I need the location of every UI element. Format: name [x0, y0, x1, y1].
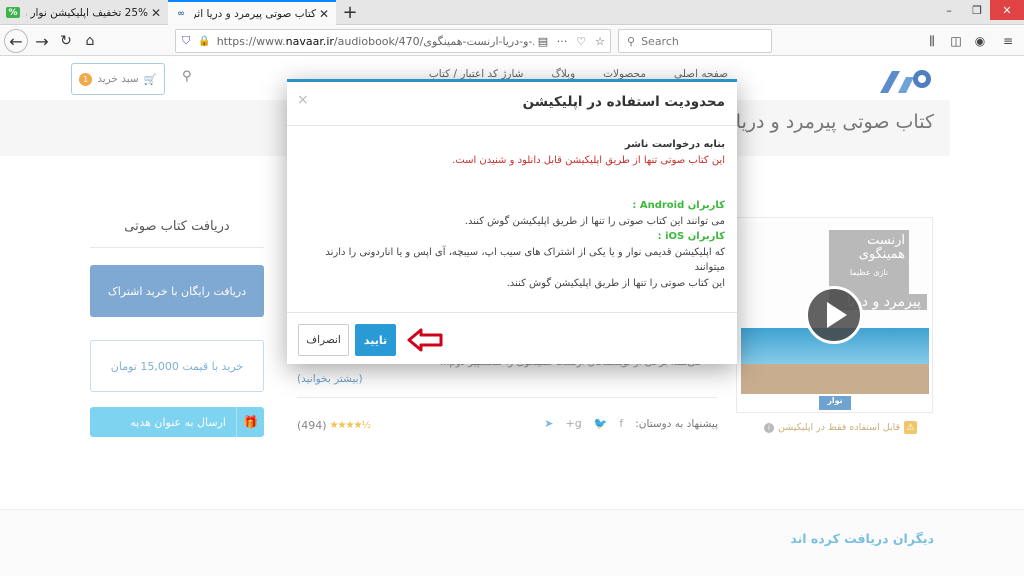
gift-icon: 🎁: [236, 407, 264, 437]
restore-button[interactable]: ❐: [964, 0, 990, 20]
page-actions-icon[interactable]: ···: [552, 35, 572, 48]
tab-close-icon[interactable]: ✕: [316, 7, 332, 21]
read-more-link[interactable]: (بیشتر بخوانید): [297, 373, 363, 385]
modal-warning: این کتاب صوتی تنها از طریق اپلیکیشن قابل…: [452, 154, 725, 166]
modal-body: بنابه درخواست ناشر این کتاب صوتی تنها از…: [287, 127, 737, 312]
home-button[interactable]: ⌂: [78, 29, 102, 53]
info-icon[interactable]: i: [764, 422, 774, 433]
play-icon: [827, 302, 847, 328]
warning-icon: ⚠: [904, 421, 918, 434]
tab-bar: % 25% تخفیف اپلیکیشن نوار و دستر ✕ ∞ کتا…: [0, 0, 1024, 26]
cancel-button[interactable]: انصراف: [298, 324, 349, 356]
cart-icon: 🛒: [143, 73, 157, 86]
purchase-box-title: دریافت کتاب صوتی: [124, 219, 230, 234]
shield-icon[interactable]: ⛉: [182, 34, 190, 48]
url-path: /audiobook/470/پیرمرد-و-دریا-ارنست-همینگ…: [333, 34, 534, 48]
gift-label: ارسال به عنوان هدیه: [130, 415, 226, 429]
play-button[interactable]: [805, 286, 863, 344]
subscribe-button[interactable]: دریافت رایگان با خرید اشتراک: [90, 265, 264, 317]
twitter-icon[interactable]: 🐦: [594, 417, 608, 430]
bookmark-star-icon[interactable]: ☆: [590, 35, 610, 48]
tab-close-icon[interactable]: ✕: [148, 6, 164, 20]
modal-lead: بنابه درخواست ناشر: [624, 139, 725, 150]
navigation-toolbar: ← → ↻ ⌂ ⛉ 🔒 https://www.navaar.ir/audiob…: [0, 26, 1024, 56]
share-bar: پیشنهاد به دوستان: f 🐦 g+ ➤: [530, 417, 718, 430]
rating[interactable]: (494) ★★★★½: [297, 419, 372, 432]
menu-icon[interactable]: ≡: [1000, 34, 1016, 48]
back-button[interactable]: ←: [4, 29, 28, 53]
close-icon[interactable]: ×: [297, 92, 309, 108]
library-icon[interactable]: ⫼: [924, 34, 940, 49]
ios-text-2: این کتاب صوتی را تنها از طریق اپلیکیشن گ…: [506, 277, 725, 289]
discount-icon: %: [6, 7, 20, 18]
publisher-badge: نوار: [819, 396, 851, 410]
search-input[interactable]: ⚲ Search: [618, 29, 772, 53]
lock-icon[interactable]: 🔒: [198, 36, 210, 47]
cart-count-badge: 1: [79, 72, 93, 86]
url-text[interactable]: https://www.navaar.ir/audiobook/470/پیرم…: [217, 35, 534, 48]
address-bar[interactable]: ⛉ 🔒 https://www.navaar.ir/audiobook/470/…: [175, 29, 611, 53]
reload-button[interactable]: ↻: [54, 29, 78, 53]
site-search-icon[interactable]: ⚲: [182, 69, 192, 84]
divider: [297, 397, 717, 398]
search-placeholder: Search: [641, 34, 679, 48]
cart-label: سبد خرید: [97, 73, 139, 85]
related-heading: دیگران دریافت کرده اند: [790, 531, 934, 546]
buy-button[interactable]: خرید با قیمت 15,000 تومان: [90, 340, 264, 392]
reader-view-icon[interactable]: ▤: [534, 35, 552, 48]
modal-header: محدودیت استفاده در اپلیکیشن ×: [287, 82, 737, 126]
app-restriction-modal: محدودیت استفاده در اپلیکیشن × بنابه درخو…: [287, 79, 737, 364]
android-heading: کاربران Android :: [632, 200, 725, 211]
minimize-button[interactable]: –: [936, 0, 962, 20]
navaar-logo[interactable]: [876, 65, 934, 95]
app-only-label: قابل استفاده فقط در اپلیکیشن: [778, 422, 901, 433]
search-icon: ⚲: [627, 34, 636, 48]
facebook-icon[interactable]: f: [619, 417, 623, 430]
divider: [90, 247, 264, 248]
app-only-note: ⚠ قابل استفاده فقط در اپلیکیشن i: [764, 421, 918, 434]
google-plus-icon[interactable]: g+: [565, 417, 581, 430]
pocket-icon[interactable]: ♡: [572, 35, 590, 48]
navaar-icon: ∞: [177, 9, 185, 19]
account-icon[interactable]: ◉: [972, 34, 988, 48]
forward-button[interactable]: →: [30, 29, 54, 53]
telegram-icon[interactable]: ➤: [544, 417, 553, 430]
new-tab-button[interactable]: +: [340, 2, 360, 23]
tab-title: 25% تخفیف اپلیکیشن نوار و دستر: [26, 6, 148, 19]
close-window-button[interactable]: ✕: [990, 0, 1024, 20]
share-label: پیشنهاد به دوستان:: [635, 417, 718, 430]
gift-button[interactable]: 🎁 ارسال به عنوان هدیه: [90, 407, 264, 437]
confirm-button[interactable]: تایید: [355, 324, 396, 356]
sidebar-icon[interactable]: ◫: [948, 34, 964, 48]
cart-button[interactable]: 🛒 سبد خرید 1: [71, 63, 165, 95]
rating-count: (494): [297, 419, 327, 432]
cover-translator: نازی عظیما: [849, 267, 889, 277]
rating-stars: ★★★★½: [329, 420, 372, 431]
cover-author: ارنست همینگوی: [858, 233, 905, 263]
cover-sand: [741, 364, 929, 394]
tab-title: کتاب صوتی پیرمرد و دریا اثر ارنست: [194, 8, 316, 20]
book-cover[interactable]: ارنست همینگوی نازی عظیما پیرمرد و دریا ن…: [736, 217, 933, 413]
ios-heading: کاربران iOS :: [657, 231, 725, 242]
android-text: می توانند این کتاب صوتی را تنها از طریق …: [464, 215, 725, 227]
tab-audiobook[interactable]: ∞ کتاب صوتی پیرمرد و دریا اثر ارنست ✕: [168, 0, 336, 26]
ios-text-1: که اپلیکیشن قدیمی نوار و یا یکی از اشترا…: [325, 246, 725, 274]
url-domain: navaar.ir: [285, 34, 334, 48]
tab-discount[interactable]: % 25% تخفیف اپلیکیشن نوار و دستر ✕: [0, 0, 168, 25]
modal-footer: انصراف تایید: [287, 312, 737, 367]
modal-title: محدودیت استفاده در اپلیکیشن: [522, 94, 725, 110]
annotation-arrow-icon: [407, 328, 443, 352]
url-prefix: https://www.: [216, 34, 286, 48]
